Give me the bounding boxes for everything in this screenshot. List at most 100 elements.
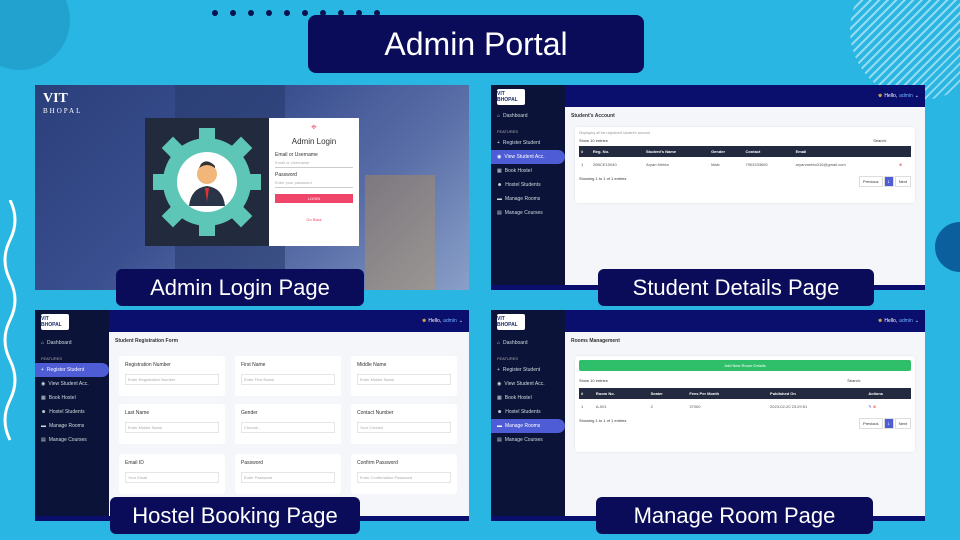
next-button[interactable]: Next	[894, 176, 911, 187]
registration-number-field[interactable]: Registration Number Enter Registration Nu…	[119, 356, 225, 396]
sidebar-item-hostel-students[interactable]: ☻ Hostel Students	[491, 405, 565, 419]
sidebar-item-book-hostel[interactable]: ▦ Book Hostel	[35, 391, 109, 405]
table-row: 1 20BCE10040 Aryan Mehta Male 7903333650 arya…	[579, 157, 911, 172]
caption-hostel: Hostel Booking Page	[110, 497, 360, 534]
avatar-icon: ♚	[877, 93, 883, 99]
sidebar-item-manage-rooms[interactable]: ▬ Manage Rooms	[491, 419, 565, 433]
sidebar-item-register-student[interactable]: + Register Student	[35, 363, 109, 377]
user-plus-icon: +	[41, 367, 44, 373]
first-name-field[interactable]: First Name Enter First Name	[235, 356, 341, 396]
sidebar-item-dashboard[interactable]: ⌂ Dashboard	[35, 336, 109, 350]
contact-number-field[interactable]: Contact Number Your Contact	[351, 404, 457, 444]
sidebar-item-hostel-students[interactable]: ☻ Hostel Students	[35, 405, 109, 419]
sidebar-item-book-hostel[interactable]: ▦ Book Hostel	[491, 164, 565, 178]
prev-button[interactable]: Previous	[858, 176, 883, 187]
rooms-table: # Room No. Seater Fees Per Month Published O…	[579, 388, 911, 414]
chevron-down-icon[interactable]: ⌄	[915, 93, 919, 99]
search-label[interactable]: Search:	[873, 138, 887, 143]
password-input[interactable]: Enter your password	[275, 178, 353, 188]
sidebar-item-manage-rooms[interactable]: ▬ Manage Rooms	[491, 192, 565, 206]
page-title: Admin Portal	[308, 15, 644, 73]
sidebar-item-book-hostel[interactable]: ▦ Book Hostel	[491, 391, 565, 405]
sidebar: VIT BHOPAL ⌂ Dashboard FEATURES + Register…	[35, 310, 109, 521]
sidebar-item-register-student[interactable]: + Register Student	[491, 363, 565, 377]
email-field[interactable]: Email ID Your Email	[119, 454, 225, 494]
top-navbar: ♚ Hello, admin ⌄	[109, 310, 469, 332]
sidebar-item-manage-courses[interactable]: ▤ Manage Courses	[491, 433, 565, 447]
sidebar-item-view-student[interactable]: ◉ View Student Acc.	[491, 150, 565, 164]
greeting: Hello,	[428, 318, 442, 324]
add-room-button[interactable]: Add New Room Details	[579, 360, 911, 371]
username-input[interactable]: Email or Username	[275, 158, 353, 168]
admin-user-menu[interactable]: admin	[899, 318, 913, 324]
book-icon: ▤	[497, 210, 502, 216]
registration-content: Student Registration Form Registration N…	[109, 332, 469, 521]
sidebar-section-features: FEATURES	[497, 129, 519, 134]
login-form-card: ⌖ Admin Login Email or Username Email or…	[269, 118, 359, 246]
bed-icon: ▬	[497, 196, 502, 202]
users-icon: ☻	[497, 182, 503, 188]
delete-icon[interactable]: ⊗	[897, 157, 911, 172]
entries-control[interactable]: Show 10 entries	[579, 138, 608, 143]
user-plus-icon: +	[497, 140, 500, 146]
sidebar: VIT BHOPAL ⌂ Dashboard FEATURES + Register…	[491, 85, 565, 290]
sidebar-item-dashboard[interactable]: ⌂ Dashboard	[491, 336, 565, 350]
sidebar-item-manage-courses[interactable]: ▤ Manage Courses	[491, 206, 565, 220]
table-footer: Showing 1 to 1 of 1 entries	[579, 418, 627, 423]
sidebar-item-manage-courses[interactable]: ▤ Manage Courses	[35, 433, 109, 447]
chevron-down-icon[interactable]: ⌄	[915, 318, 919, 324]
users-icon: ☻	[497, 409, 503, 415]
rooms-table-card: Add New Room Details Show 10 entries Sea…	[575, 356, 915, 452]
caption-rooms: Manage Room Page	[596, 497, 873, 534]
student-content: Student's Account Displaying all the reg…	[565, 107, 925, 290]
rooms-content: Rooms Management Add New Room Details Sh…	[565, 332, 925, 521]
home-icon: ⌂	[497, 340, 501, 346]
admin-user-menu[interactable]: admin	[899, 93, 913, 99]
greeting: Hello,	[884, 93, 898, 99]
login-button[interactable]: LOGIN	[275, 194, 353, 203]
bed-icon: ▬	[41, 423, 46, 429]
sidebar-item-view-student[interactable]: ◉ View Student Acc.	[35, 377, 109, 391]
entries-control[interactable]: Show 10 entries	[579, 378, 608, 383]
sidebar-item-view-student[interactable]: ◉ View Student Acc.	[491, 377, 565, 391]
gear-illustration-panel	[145, 118, 269, 246]
building-icon: ▦	[497, 395, 502, 401]
sidebar-item-manage-rooms[interactable]: ▬ Manage Rooms	[35, 419, 109, 433]
table-row: 1 A-001 2 37000 2023-02-20 23:29:51 ✎ ⊗	[581, 404, 877, 409]
middle-name-field[interactable]: Middle Name Enter Middle Name	[351, 356, 457, 396]
delete-icon[interactable]: ⊗	[873, 404, 876, 409]
admin-gear-icon	[153, 128, 261, 236]
sidebar-item-hostel-students[interactable]: ☻ Hostel Students	[491, 178, 565, 192]
sidebar-logo: VIT BHOPAL	[497, 314, 525, 330]
confirm-password-field[interactable]: Confirm Password Enter Confirmation Passw…	[351, 454, 457, 494]
home-icon: ⌂	[497, 113, 501, 119]
page-1[interactable]: 1	[883, 418, 894, 429]
chevron-down-icon[interactable]: ⌄	[459, 318, 463, 324]
sidebar-item-register-student[interactable]: + Register Student	[491, 136, 565, 150]
section-heading: Rooms Management	[571, 338, 620, 344]
table-note: Displaying all the registered student's …	[579, 131, 651, 135]
prev-button[interactable]: Previous	[858, 418, 883, 429]
password-field[interactable]: Password Enter Password	[235, 454, 341, 494]
admin-user-menu[interactable]: admin	[443, 318, 457, 324]
go-back-link[interactable]: Go Back	[275, 217, 353, 222]
edit-icon[interactable]: ✎	[868, 404, 871, 409]
sidebar-item-dashboard[interactable]: ⌂ Dashboard	[491, 109, 565, 123]
sidebar-section-features: FEATURES	[41, 356, 63, 361]
building-icon: ▦	[41, 395, 46, 401]
pagination: Previous 1 Next	[858, 176, 911, 187]
next-button[interactable]: Next	[894, 418, 911, 429]
last-name-field[interactable]: Last Name Enter Middle Name	[119, 404, 225, 444]
search-label[interactable]: Search:	[847, 378, 861, 383]
avatar-icon: ♚	[421, 318, 427, 324]
avatar-icon: ♚	[877, 318, 883, 324]
gender-select[interactable]: Gender Choose...	[235, 404, 341, 444]
page-1[interactable]: 1	[883, 176, 894, 187]
home-icon: ⌂	[41, 340, 45, 346]
student-table: # Reg. No. Student's Name Gender Contact Emai…	[579, 146, 911, 172]
user-plus-icon: +	[497, 367, 500, 373]
table-footer: Showing 1 to 1 of 1 entries	[579, 176, 627, 181]
student-table-card: Displaying all the registered student's …	[575, 127, 915, 203]
section-heading: Student's Account	[571, 113, 615, 119]
eye-icon: ◉	[497, 154, 502, 160]
